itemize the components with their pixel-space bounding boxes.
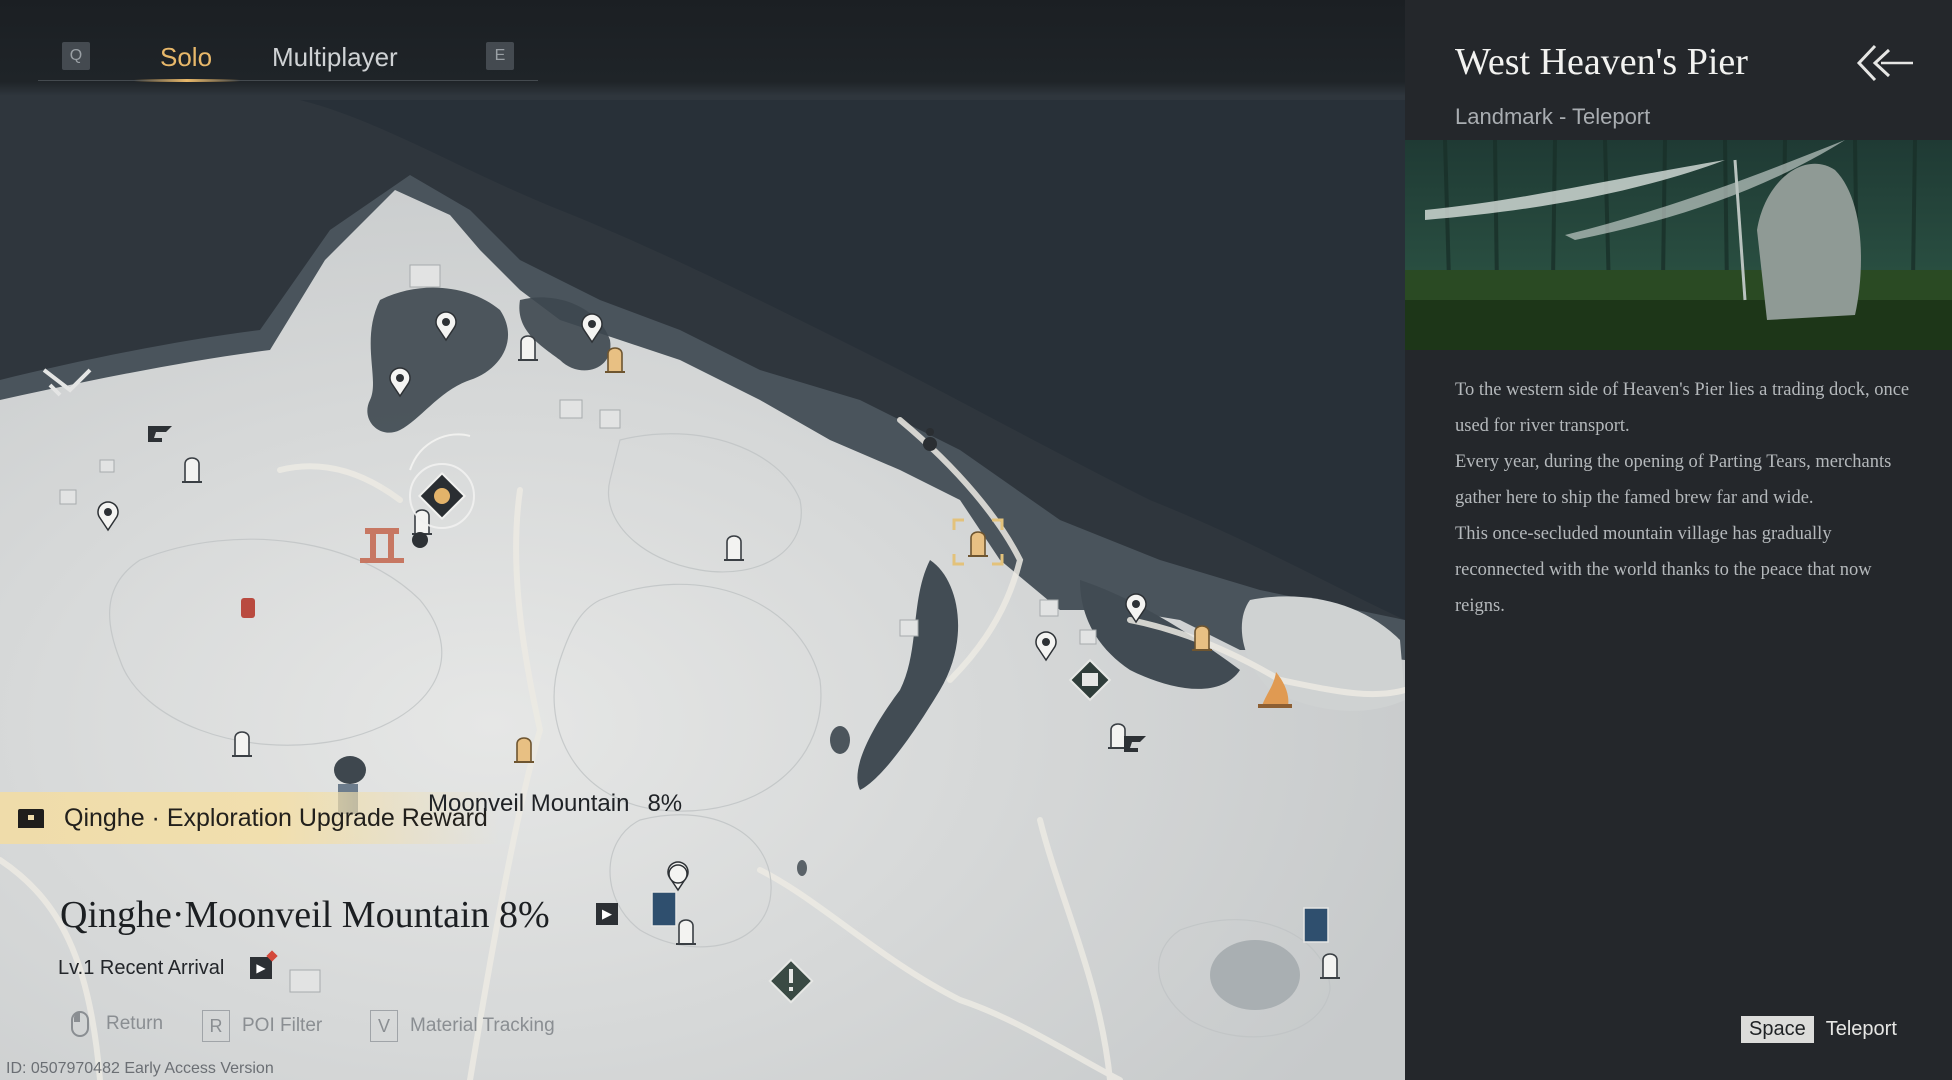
region-details-button[interactable]: ▶ [596, 903, 618, 925]
teleport-stele-icon[interactable] [513, 737, 535, 763]
build-id: ID: 0507970482 Early Access Version [6, 1060, 274, 1077]
poi-filter-hint[interactable]: R POI Filter [202, 1010, 322, 1042]
selected-teleport-marker[interactable] [952, 518, 1004, 566]
smithy-icon[interactable] [1124, 736, 1146, 752]
material-tracking-key: V [370, 1010, 398, 1042]
description-paragraph: Every year, during the opening of Partin… [1455, 452, 1892, 508]
reward-banner-text: Qinghe · Exploration Upgrade Reward [64, 803, 488, 832]
area-name: Moonveil Mountain [428, 790, 630, 817]
landmark-stele-icon[interactable] [1319, 953, 1341, 979]
smithy-icon[interactable] [148, 426, 172, 442]
lore-book-icon[interactable] [651, 891, 677, 927]
area-percent: 8% [647, 790, 683, 817]
teleport-action[interactable]: Space Teleport [1741, 1016, 1897, 1043]
lore-book-icon[interactable] [1303, 907, 1329, 943]
world-map[interactable]: Q Solo Multiplayer E Qinghe · Exploratio… [0, 0, 1405, 1080]
alert-quest-icon[interactable] [768, 958, 814, 1004]
landmark-stele-icon[interactable] [231, 731, 253, 757]
chest-icon [18, 809, 44, 828]
location-preview-image [1405, 140, 1952, 350]
merchant-pin-icon[interactable] [435, 311, 457, 341]
location-detail-panel: West Heaven's Pier Landmark - Teleport T… [1405, 0, 1952, 1080]
red-lantern-icon[interactable] [241, 598, 255, 618]
location-title: West Heaven's Pier [1455, 41, 1748, 83]
rank-details-button[interactable]: ▶ [250, 957, 272, 979]
codex-icon[interactable] [1068, 658, 1112, 702]
return-label: Return [106, 1013, 164, 1034]
merchant-pin-icon[interactable] [581, 313, 603, 343]
landmark-stele-icon[interactable] [517, 335, 539, 361]
mouse-icon [71, 1011, 89, 1037]
shrine-icon[interactable] [360, 528, 404, 563]
merchant-pin-icon[interactable] [97, 501, 119, 531]
teleport-stele-icon[interactable] [1191, 625, 1213, 651]
material-tracking-label: Material Tracking [410, 1015, 555, 1036]
teleport-label: Teleport [1825, 1018, 1897, 1040]
npc-pin-icon[interactable] [668, 864, 688, 884]
merchant-pin-icon[interactable] [1035, 631, 1057, 661]
landmark-stele-icon[interactable] [675, 919, 697, 945]
description-paragraph: To the western side of Heaven's Pier lie… [1455, 380, 1910, 436]
poi-filter-key: R [202, 1010, 230, 1042]
exploration-rank: Lv.1 Recent Arrival [58, 957, 225, 979]
region-title: Qinghe·Moonveil Mountain 8% [60, 894, 550, 936]
player-heart-icon[interactable] [412, 532, 428, 548]
exploration-reward-banner[interactable]: Qinghe · Exploration Upgrade Reward [0, 792, 500, 844]
landmark-stele-icon[interactable] [723, 535, 745, 561]
area-label: Moonveil Mountain 8% [428, 790, 682, 818]
campfire-icon[interactable] [1258, 672, 1292, 708]
material-tracking-hint[interactable]: V Material Tracking [370, 1010, 555, 1042]
merchant-pin-icon[interactable] [1125, 593, 1147, 623]
wine-gourd-icon[interactable] [923, 428, 937, 451]
teleport-key: Space [1741, 1016, 1814, 1043]
teleport-stele-icon[interactable] [604, 347, 626, 373]
quest-marker-icon[interactable] [409, 463, 475, 529]
location-subtitle: Landmark - Teleport [1455, 104, 1651, 129]
description-paragraph: This once-secluded mountain village has … [1455, 524, 1872, 616]
location-description: To the western side of Heaven's Pier lie… [1455, 372, 1925, 624]
merchant-pin-icon[interactable] [389, 367, 411, 397]
poi-filter-label: POI Filter [242, 1015, 323, 1036]
landmark-stele-icon[interactable] [181, 457, 203, 483]
collapse-panel-icon[interactable] [1855, 42, 1915, 84]
return-hint[interactable]: Return [70, 1010, 163, 1038]
